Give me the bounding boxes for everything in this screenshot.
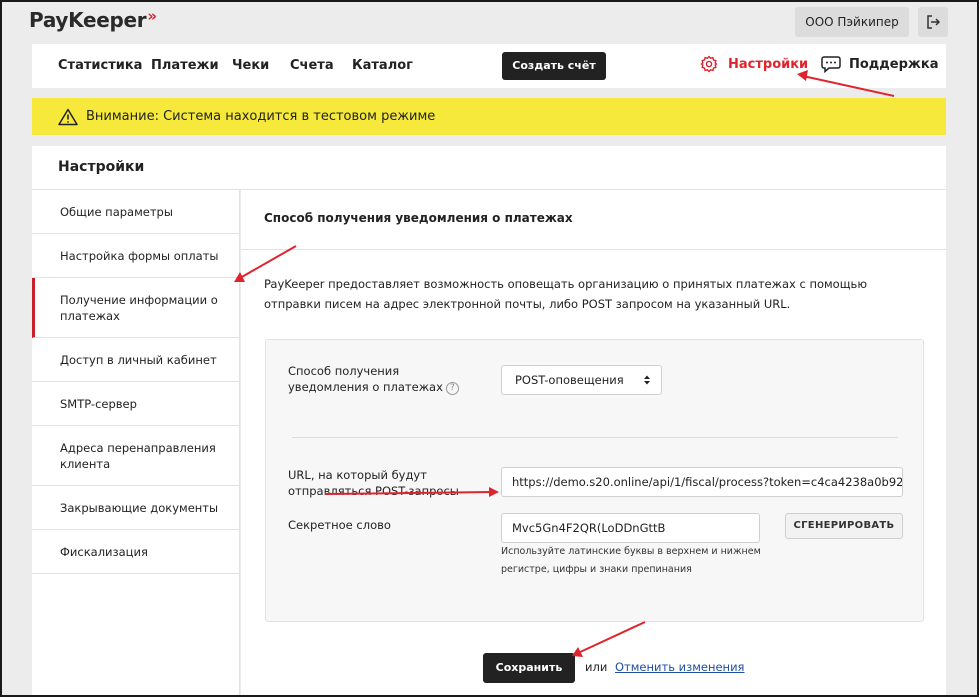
save-button[interactable]: Сохранить [483, 653, 575, 683]
nav-item-invoices[interactable]: Счета [290, 58, 334, 73]
url-label: URL, на который будут отправляться POST-… [288, 468, 459, 498]
post-url-input[interactable]: https://demo.s20.online/api/1/fiscal/pro… [501, 467, 903, 497]
logo-chevron-icon: » [147, 7, 157, 25]
nav-settings-label: Настройки [728, 56, 809, 72]
method-label-text: Способ получения уведомления о платежах [288, 364, 443, 394]
warning-text: Внимание: Система находится в тестовом р… [86, 109, 436, 124]
settings-sidebar: Общие параметры Настройка формы оплаты П… [32, 190, 240, 695]
sidebar-item-smtp[interactable]: SMTP-сервер [32, 382, 240, 426]
nav-item-statistics[interactable]: Статистика [58, 58, 142, 73]
sidebar-item-payment-notifications[interactable]: Получение информации о платежах [32, 278, 240, 338]
gear-icon [700, 55, 718, 73]
paykeeper-logo[interactable]: PayKeeper» [29, 7, 157, 32]
settings-header: Настройки [32, 146, 946, 190]
section-title: Способ получения уведомления о платежах [264, 211, 573, 225]
secret-hint: Используйте латинские буквы в верхнем и … [501, 546, 761, 575]
notification-settings-form: Способ получения уведомления о платежах?… [265, 339, 924, 622]
sidebar-item-redirect-urls[interactable]: Адреса перенаправления клиента [32, 426, 240, 486]
form-divider [292, 437, 898, 438]
logo-text: PayKeeper [29, 8, 147, 32]
nav-item-receipts[interactable]: Чеки [232, 58, 269, 73]
test-mode-warning: Внимание: Система находится в тестовом р… [32, 98, 946, 135]
section-divider [241, 249, 946, 250]
main-nav: Статистика Платежи Чеки Счета Каталог Со… [32, 44, 946, 88]
sidebar-item-fiscalization[interactable]: Фискализация [32, 530, 240, 574]
cancel-changes-link[interactable]: Отменить изменения [615, 660, 744, 674]
section-description: PayKeeper предоставляет возможность опов… [264, 277, 868, 311]
page-title: Настройки [58, 159, 145, 175]
secret-word-input[interactable]: Mvc5Gn4F2QR(LoDDnGttB [501, 513, 760, 543]
method-label: Способ получения уведомления о платежах? [288, 363, 483, 395]
method-select-value: POST-оповещения [515, 373, 624, 387]
nav-item-payments[interactable]: Платежи [151, 58, 219, 73]
app-window: PayKeeper» ООО Пэйкипер Статистика Плате… [0, 0, 979, 697]
sidebar-item-closing-docs[interactable]: Закрывающие документы [32, 486, 240, 530]
sidebar-item-cabinet-access[interactable]: Доступ в личный кабинет [32, 338, 240, 382]
or-text: или [585, 660, 608, 674]
sort-arrows-icon [644, 375, 650, 385]
logout-icon [927, 15, 941, 29]
settings-main: Способ получения уведомления о платежах … [241, 190, 946, 695]
secret-label: Секретное слово [288, 518, 391, 532]
sidebar-item-payment-form[interactable]: Настройка формы оплаты [32, 234, 240, 278]
nav-support-label: Поддержка [849, 56, 939, 72]
sidebar-item-general[interactable]: Общие параметры [32, 190, 240, 234]
create-invoice-button[interactable]: Создать счёт [502, 52, 606, 80]
nav-item-catalog[interactable]: Каталог [352, 58, 413, 73]
generate-button[interactable]: СГЕНЕРИРОВАТЬ [785, 513, 903, 539]
chat-bubble-icon [821, 56, 841, 73]
nav-item-support[interactable]: Поддержка [821, 55, 938, 73]
question-circle-icon[interactable]: ? [445, 382, 459, 395]
logout-button[interactable] [918, 7, 948, 37]
nav-item-settings[interactable]: Настройки [700, 55, 808, 73]
notification-method-select[interactable]: POST-оповещения [501, 365, 662, 395]
warning-triangle-icon [58, 108, 78, 125]
organization-button[interactable]: ООО Пэйкипер [795, 7, 909, 37]
